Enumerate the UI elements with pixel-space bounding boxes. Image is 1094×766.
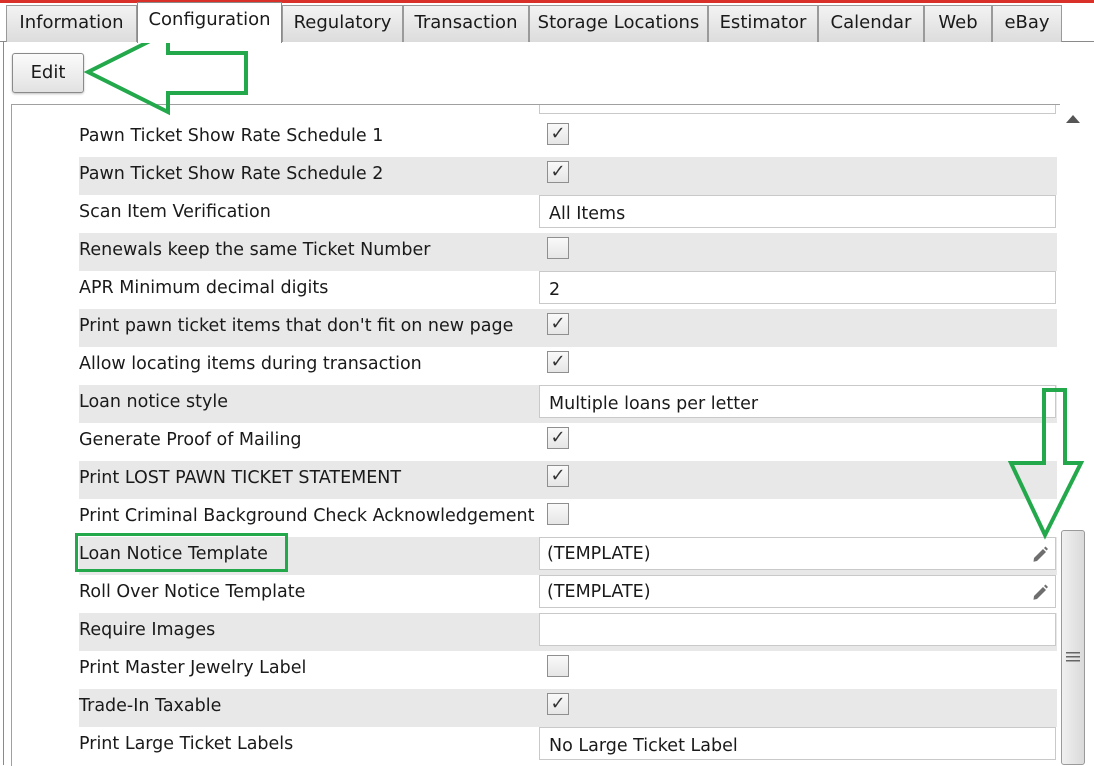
setting-label: Loan notice style	[79, 392, 228, 412]
template-value: (TEMPLATE)	[547, 582, 651, 602]
settings-row: Roll Over Notice Template (TEMPLATE)	[79, 575, 1057, 613]
setting-label: Trade-In Taxable	[79, 696, 222, 716]
setting-checkbox[interactable]: ✓	[547, 427, 569, 449]
edit-button[interactable]: Edit	[12, 53, 84, 93]
template-value: (TEMPLATE)	[547, 544, 651, 564]
setting-label: Generate Proof of Mailing	[79, 430, 302, 450]
tab-estimator[interactable]: Estimator	[708, 5, 818, 42]
setting-label: Print Large Ticket Labels	[79, 734, 294, 754]
tab-calendar[interactable]: Calendar	[818, 5, 924, 42]
tab-configuration[interactable]: Configuration	[137, 2, 282, 43]
template-field[interactable]: (TEMPLATE)	[539, 575, 1056, 608]
grip-icon	[1066, 652, 1080, 662]
setting-checkbox[interactable]: ✓	[547, 313, 569, 335]
setting-label: Print Master Jewelry Label	[79, 658, 307, 678]
pencil-icon[interactable]	[1031, 545, 1049, 563]
settings-row: Print Criminal Background Check Acknowle…	[79, 499, 1057, 537]
scrollbar-thumb[interactable]	[1061, 530, 1085, 765]
setting-checkbox[interactable]: ✓	[547, 693, 569, 715]
setting-label: Require Images	[79, 620, 216, 640]
tab-bar: Information Configuration Regulatory Tra…	[0, 0, 1094, 43]
tab-storage-locations[interactable]: Storage Locations	[529, 5, 708, 42]
setting-label: Roll Over Notice Template	[79, 582, 306, 602]
setting-label: Renewals keep the same Ticket Number	[79, 240, 431, 260]
settings-row: Scan Item Verification All Items	[79, 195, 1057, 233]
setting-checkbox[interactable]: ✓	[547, 161, 569, 183]
setting-label: Allow locating items during transaction	[79, 354, 422, 374]
setting-checkbox[interactable]: ✓	[547, 351, 569, 373]
setting-label: Print pawn ticket items that don't fit o…	[79, 316, 514, 336]
tab-regulatory[interactable]: Regulatory	[282, 5, 403, 42]
setting-label: Pawn Ticket Show Rate Schedule 2	[79, 164, 384, 184]
setting-value-field[interactable]: All Items	[539, 195, 1056, 228]
settings-grid: Pawn Ticket Show Rate Schedule 1 ✓ Pawn …	[11, 104, 1060, 766]
setting-label: Pawn Ticket Show Rate Schedule 1	[79, 126, 384, 146]
settings-row: Print LOST PAWN TICKET STATEMENT ✓	[79, 461, 1057, 499]
setting-label: Print Criminal Background Check Acknowle…	[79, 506, 535, 526]
template-field[interactable]: (TEMPLATE)	[539, 537, 1056, 570]
setting-label: APR Minimum decimal digits	[79, 278, 329, 298]
setting-checkbox[interactable]: ✓	[547, 465, 569, 487]
tab-transaction[interactable]: Transaction	[403, 5, 529, 42]
settings-row: Print pawn ticket items that don't fit o…	[79, 309, 1057, 347]
settings-row: APR Minimum decimal digits 2	[79, 271, 1057, 309]
setting-value-field[interactable]	[539, 613, 1056, 646]
settings-row: Print Large Ticket Labels No Large Ticke…	[79, 727, 1057, 765]
arrow-up-icon[interactable]	[1064, 112, 1082, 126]
setting-label: Loan Notice Template	[79, 544, 268, 564]
settings-row: Pawn Ticket Show Rate Schedule 1 ✓	[79, 119, 1057, 157]
settings-row: Pawn Ticket Show Rate Schedule 2 ✓	[79, 157, 1057, 195]
partial-field[interactable]	[539, 105, 1056, 114]
setting-label: Scan Item Verification	[79, 202, 271, 222]
settings-row: Loan notice style Multiple loans per let…	[79, 385, 1057, 423]
settings-row: Trade-In Taxable ✓	[79, 689, 1057, 727]
setting-label: Print LOST PAWN TICKET STATEMENT	[79, 468, 402, 488]
setting-checkbox[interactable]	[547, 237, 569, 259]
settings-row: Print Master Jewelry Label	[79, 651, 1057, 689]
setting-checkbox[interactable]	[547, 655, 569, 677]
setting-value-field[interactable]: Multiple loans per letter	[539, 385, 1056, 418]
setting-value-field[interactable]: 2	[539, 271, 1056, 304]
settings-row-loan-notice-template: Loan Notice Template (TEMPLATE)	[79, 537, 1057, 575]
settings-row: Renewals keep the same Ticket Number	[79, 233, 1057, 271]
settings-row: Require Images	[79, 613, 1057, 651]
pencil-icon[interactable]	[1031, 583, 1049, 601]
tab-web[interactable]: Web	[924, 5, 992, 42]
settings-row: Generate Proof of Mailing ✓	[79, 423, 1057, 461]
settings-row: Allow locating items during transaction …	[79, 347, 1057, 385]
tab-information[interactable]: Information	[6, 5, 137, 42]
setting-checkbox[interactable]	[547, 503, 569, 525]
setting-value-field[interactable]: No Large Ticket Label	[539, 727, 1056, 760]
setting-checkbox[interactable]: ✓	[547, 123, 569, 145]
tab-ebay[interactable]: eBay	[992, 5, 1062, 42]
